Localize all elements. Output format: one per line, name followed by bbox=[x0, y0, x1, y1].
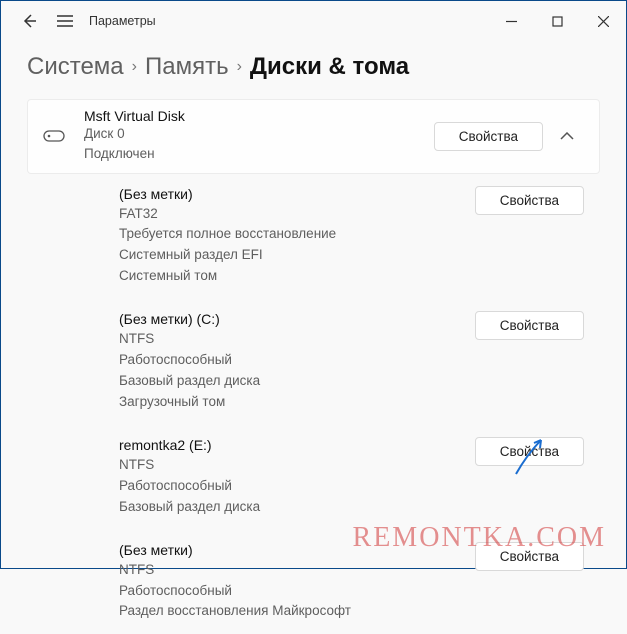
chevron-up-icon[interactable] bbox=[551, 132, 583, 140]
volume-detail: Работоспособный bbox=[119, 476, 584, 497]
properties-button[interactable]: Свойства bbox=[475, 186, 584, 215]
volume-detail: Раздел восстановления Майкрософт bbox=[119, 601, 584, 622]
volume-row: (Без метки)NTFSРаботоспособныйРаздел вос… bbox=[27, 530, 600, 634]
minimize-button[interactable] bbox=[488, 1, 534, 41]
properties-button[interactable]: Свойства bbox=[434, 122, 543, 151]
volume-detail: Работоспособный bbox=[119, 350, 584, 371]
volume-row: (Без метки)FAT32Требуется полное восстан… bbox=[27, 174, 600, 300]
disk-icon bbox=[40, 130, 68, 142]
properties-button[interactable]: Свойства bbox=[475, 542, 584, 571]
chevron-right-icon: › bbox=[132, 58, 137, 76]
window-controls bbox=[488, 1, 626, 41]
breadcrumb: Система › Память › Диски & тома bbox=[1, 41, 626, 99]
maximize-button[interactable] bbox=[534, 1, 580, 41]
volume-detail: Системный раздел EFI bbox=[119, 245, 584, 266]
volume-detail: Работоспособный bbox=[119, 581, 584, 602]
volume-detail: Базовый раздел диска bbox=[119, 371, 584, 392]
disk-info: Msft Virtual Disk Диск 0 Подключен bbox=[84, 108, 434, 165]
volume-detail: Загрузочный том bbox=[119, 392, 584, 413]
breadcrumb-system[interactable]: Система bbox=[27, 53, 124, 81]
volume-detail: Системный том bbox=[119, 266, 584, 287]
close-button[interactable] bbox=[580, 1, 626, 41]
volume-row: remontka2 (E:)NTFSРаботоспособныйБазовый… bbox=[27, 425, 600, 530]
breadcrumb-disks-volumes: Диски & тома bbox=[250, 53, 409, 81]
properties-button[interactable]: Свойства bbox=[475, 437, 584, 466]
disk-row[interactable]: Msft Virtual Disk Диск 0 Подключен Свойс… bbox=[27, 99, 600, 174]
back-button[interactable] bbox=[17, 9, 41, 33]
titlebar: Параметры bbox=[1, 1, 626, 41]
disk-status: Подключен bbox=[84, 144, 434, 164]
content: Msft Virtual Disk Диск 0 Подключен Свойс… bbox=[1, 99, 626, 634]
properties-button[interactable]: Свойства bbox=[475, 311, 584, 340]
app-title: Параметры bbox=[89, 14, 156, 28]
disk-title: Msft Virtual Disk bbox=[84, 108, 434, 124]
volume-row: (Без метки) (C:)NTFSРаботоспособныйБазов… bbox=[27, 299, 600, 425]
volume-detail: Требуется полное восстановление bbox=[119, 224, 584, 245]
breadcrumb-storage[interactable]: Память bbox=[145, 53, 229, 81]
chevron-right-icon: › bbox=[237, 58, 242, 76]
disk-number: Диск 0 bbox=[84, 124, 434, 144]
menu-icon[interactable] bbox=[53, 9, 77, 33]
volume-detail: Базовый раздел диска bbox=[119, 497, 584, 518]
